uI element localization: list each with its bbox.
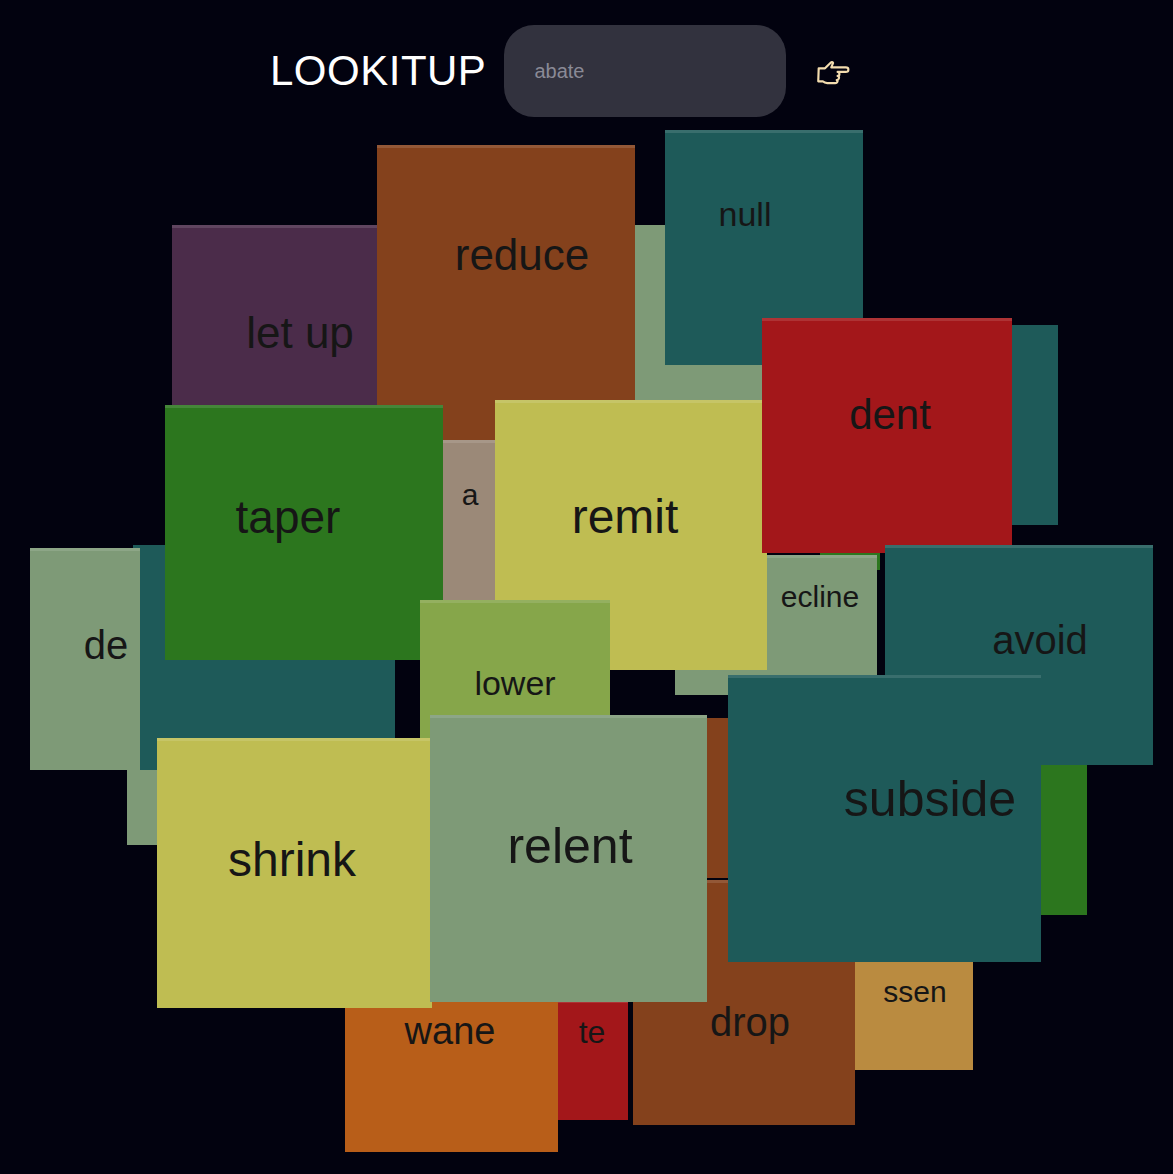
word-cube[interactable]: ecline <box>767 555 877 695</box>
cube-label: shrink <box>228 832 356 887</box>
word-cube[interactable]: de <box>30 548 140 770</box>
cube-label: avoid <box>992 617 1088 663</box>
cube-label: ssen <box>883 975 946 1010</box>
cube-label: taper <box>236 491 341 544</box>
word-cube[interactable]: dent <box>762 318 1012 553</box>
search-field[interactable] <box>504 25 786 117</box>
cube-label: let up <box>246 308 354 359</box>
cube-label: lower <box>474 664 555 703</box>
word-cube[interactable]: subside <box>728 675 1041 962</box>
cube-label: subside <box>844 771 1016 829</box>
cube-label: a <box>462 478 479 513</box>
cube-label: remit <box>572 489 679 544</box>
word-cube[interactable]: shrink <box>157 738 432 1008</box>
cube-label: de <box>84 622 129 668</box>
cube-label: dent <box>849 391 931 439</box>
cube-label: te <box>579 1014 606 1051</box>
word-canvas: let up reduce null a taper remit dent de lower ec… <box>0 117 1173 1174</box>
cube-back <box>1040 765 1087 915</box>
header: LOOKITUP <box>0 0 1173 117</box>
word-cube[interactable]: taper <box>165 405 443 660</box>
word-cube[interactable]: relent <box>430 715 707 1002</box>
cube-label: relent <box>507 818 632 876</box>
app-title: LOOKITUP <box>270 47 486 95</box>
cube-back <box>1012 325 1058 525</box>
cube-label: reduce <box>455 230 590 281</box>
cube-label: wane <box>405 1010 496 1054</box>
word-cube[interactable]: a <box>443 440 499 600</box>
page: LOOKITUP let up reduce null a taper remit dent d… <box>0 0 1173 1174</box>
cube-label: drop <box>710 999 790 1045</box>
cube-label: ecline <box>781 580 859 615</box>
cube-label: null <box>719 195 772 234</box>
word-cube[interactable]: reduce <box>377 145 635 440</box>
pointing-hand-icon[interactable] <box>816 56 852 86</box>
word-cube[interactable]: te <box>558 1000 628 1120</box>
